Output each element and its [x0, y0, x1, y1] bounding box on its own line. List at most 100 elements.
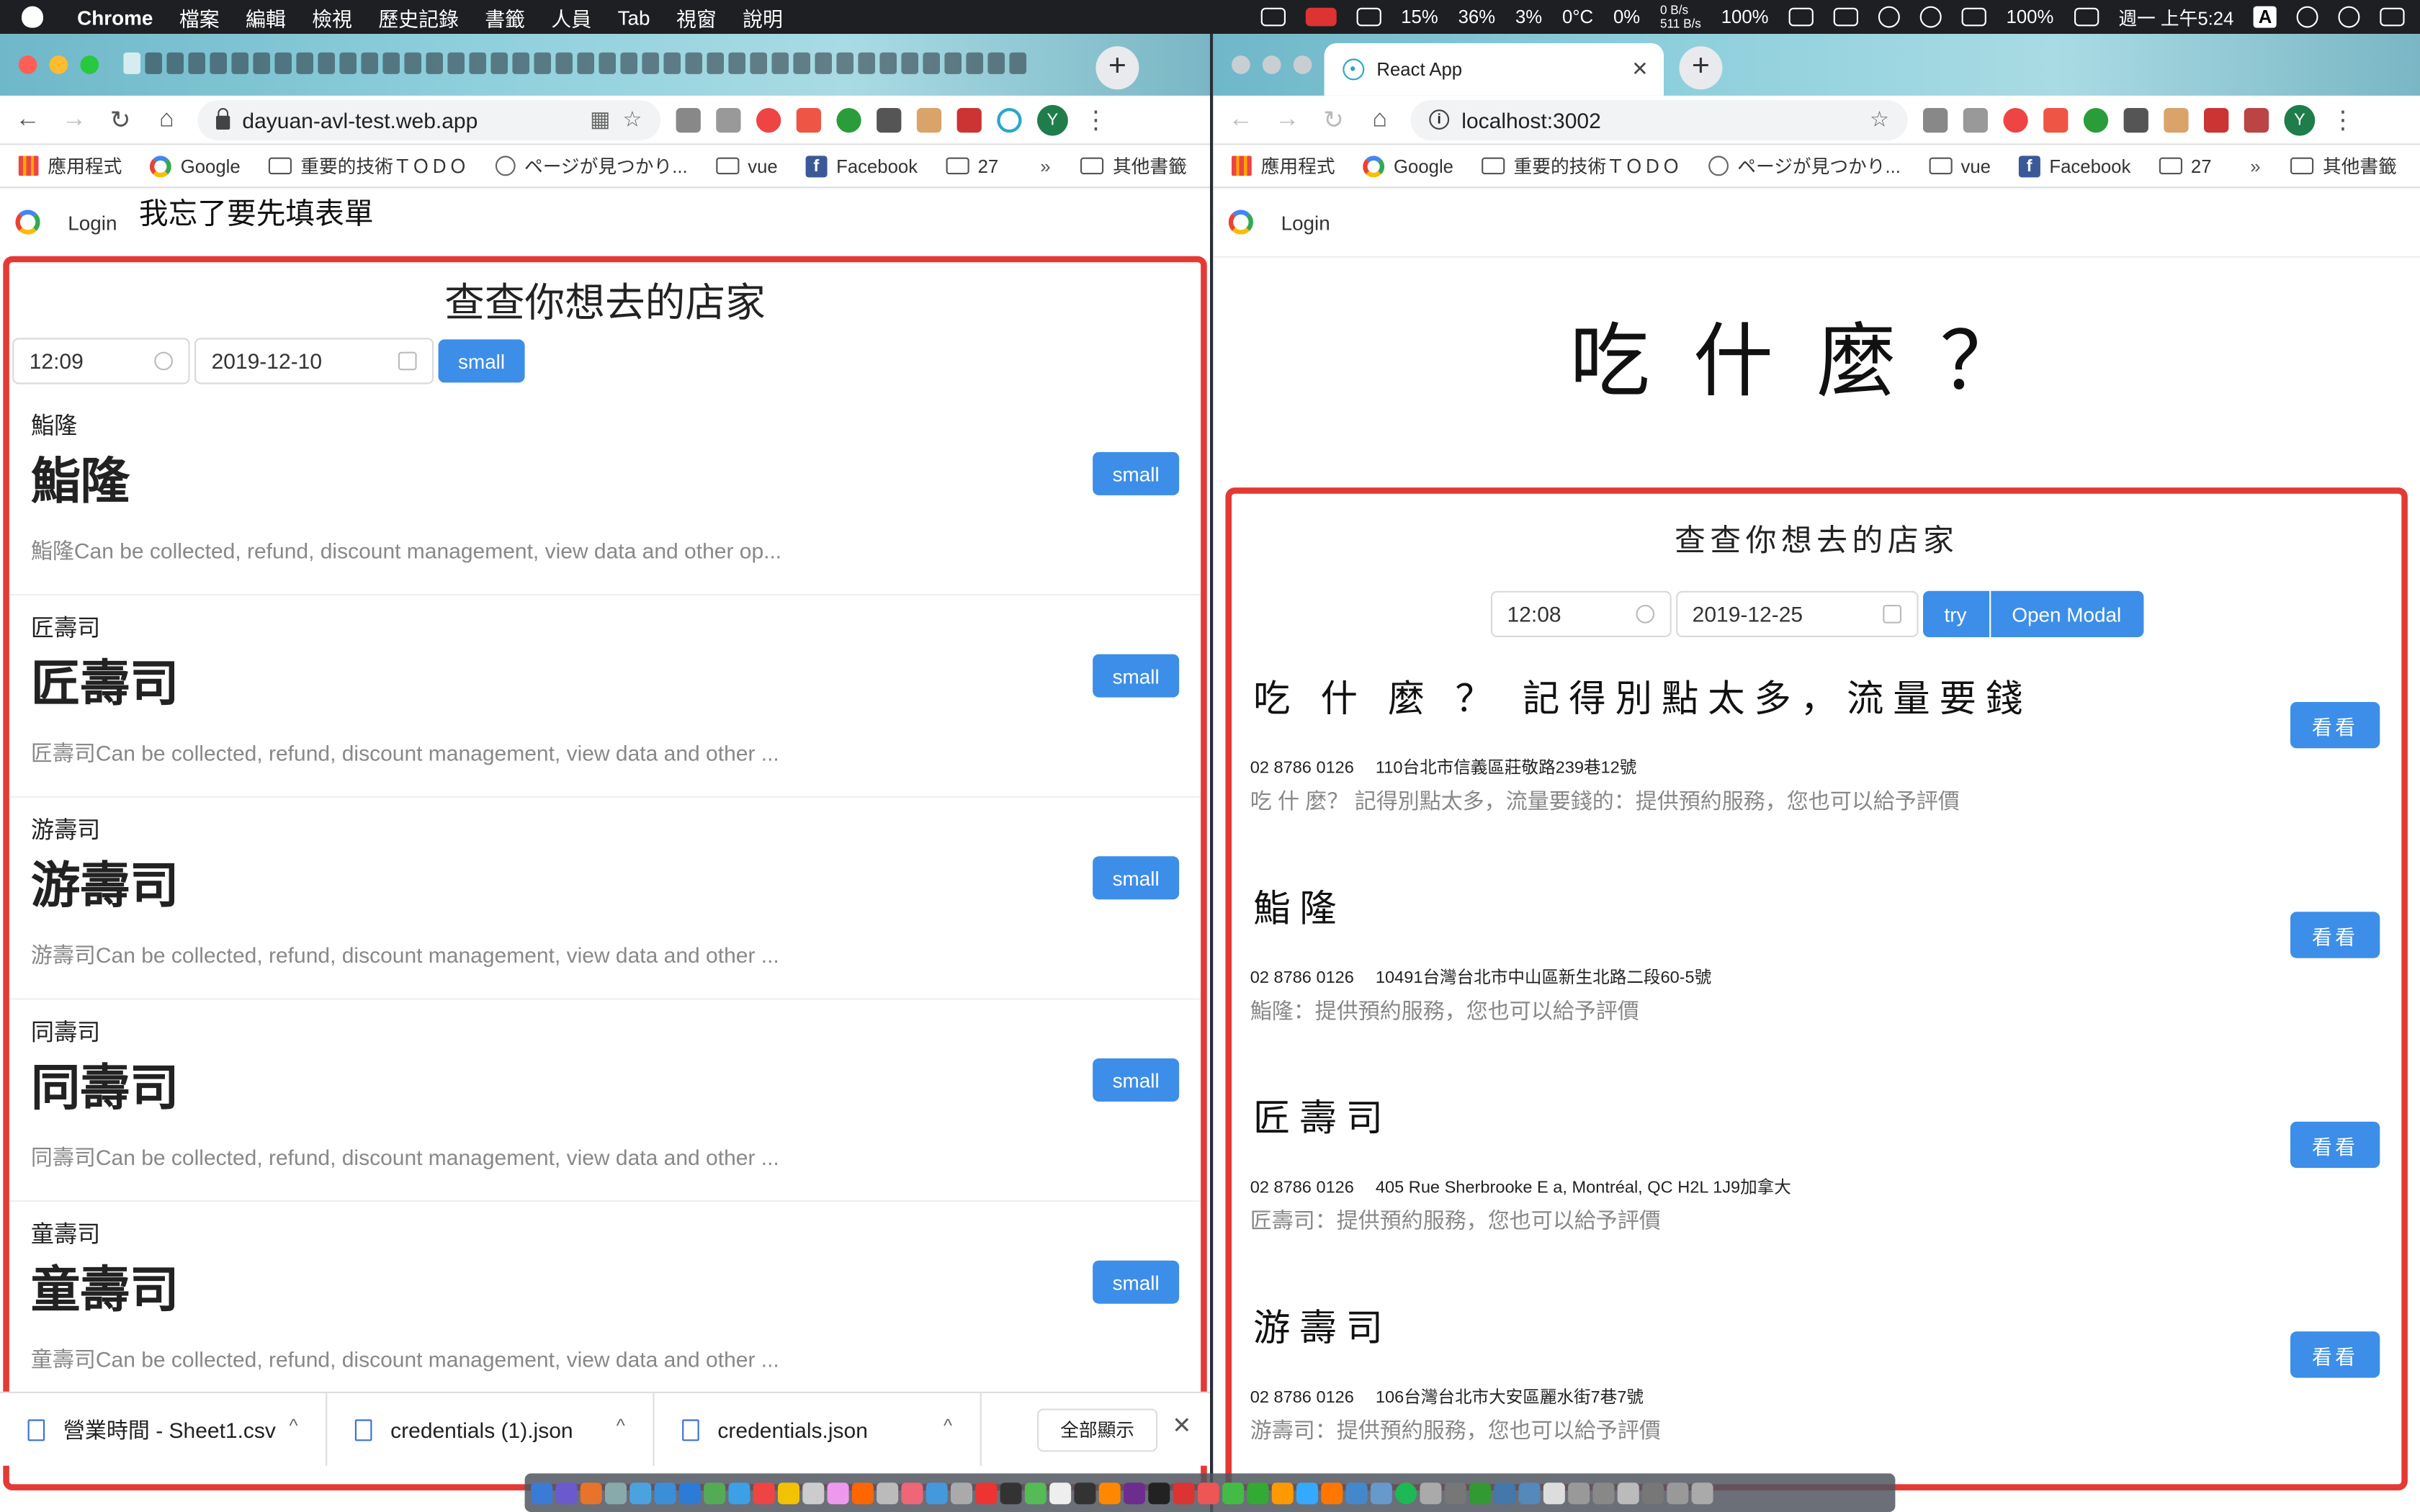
tab-favicon[interactable]: [599, 52, 616, 74]
app-icon[interactable]: [1642, 1482, 1664, 1504]
tab-favicon[interactable]: [836, 52, 853, 74]
forward-arrow-icon[interactable]: →: [1272, 106, 1303, 134]
extension-icon[interactable]: [676, 107, 701, 132]
minimize-window-button[interactable]: [1262, 55, 1281, 74]
menu-people[interactable]: 人員: [551, 2, 591, 32]
menu-edit[interactable]: 編輯: [246, 2, 286, 32]
menu-kebab-icon[interactable]: ⋮: [2331, 104, 2355, 135]
app-icon[interactable]: [1543, 1482, 1565, 1504]
app-icon[interactable]: [1247, 1482, 1269, 1504]
bookmark-27[interactable]: 27: [945, 155, 998, 176]
bookmark-google[interactable]: Google: [149, 155, 241, 177]
tab-favicon[interactable]: [555, 52, 573, 74]
info-icon[interactable]: i: [1429, 109, 1450, 130]
apple-icon[interactable]: [22, 6, 43, 28]
back-arrow-icon[interactable]: ←: [1225, 106, 1256, 134]
extension-icon[interactable]: [956, 107, 982, 132]
app-icon[interactable]: [1049, 1482, 1072, 1504]
tab-favicon[interactable]: [382, 52, 400, 74]
finder-icon[interactable]: [531, 1482, 553, 1504]
tab-favicon[interactable]: [987, 52, 1005, 74]
menu-bookmarks[interactable]: 書籤: [485, 2, 525, 32]
extension-icon[interactable]: [716, 107, 741, 132]
tab-favicon[interactable]: [188, 52, 205, 74]
tab-react-app[interactable]: React App ✕: [1324, 43, 1664, 96]
docker-icon[interactable]: [1260, 7, 1286, 27]
bookmarks-overflow-chevron[interactable]: »: [2250, 155, 2260, 176]
app-icon[interactable]: [1667, 1482, 1689, 1504]
app-icon[interactable]: [728, 1482, 750, 1504]
tab-favicon[interactable]: [274, 52, 292, 74]
extension-icon[interactable]: [2204, 107, 2229, 132]
grid-icon[interactable]: [1356, 7, 1381, 27]
try-button[interactable]: try: [1922, 590, 1989, 637]
zoom-window-button[interactable]: [1293, 55, 1312, 74]
bookmarks-overflow-chevron[interactable]: »: [1040, 155, 1050, 176]
download-item[interactable]: credentials (1).json ^: [327, 1392, 655, 1466]
bookmark-notfound[interactable]: ページが見つかり...: [495, 153, 688, 179]
profile-avatar[interactable]: Y: [2284, 104, 2316, 135]
app-icon[interactable]: [1173, 1482, 1195, 1504]
address-bar[interactable]: i localhost:3002 ☆: [1410, 99, 1908, 140]
bookmark-star-icon[interactable]: ☆: [1870, 107, 1889, 132]
siri-icon[interactable]: [2338, 6, 2360, 28]
app-icon[interactable]: [1469, 1482, 1491, 1504]
app-icon[interactable]: [951, 1482, 972, 1504]
download-item[interactable]: 營業時間 - Sheet1.csv ^: [0, 1392, 328, 1466]
url-text[interactable]: dayuan-avl-test.web.app: [242, 107, 478, 132]
docker-app-icon[interactable]: [1296, 1482, 1318, 1504]
app-icon[interactable]: [926, 1482, 948, 1504]
app-icon[interactable]: [827, 1482, 849, 1504]
app-icon[interactable]: [704, 1482, 726, 1504]
tab-favicon[interactable]: [1009, 52, 1026, 74]
other-bookmarks[interactable]: 其他書籤: [2290, 153, 2397, 179]
extension-icon[interactable]: [756, 107, 781, 132]
trash-icon[interactable]: [1691, 1482, 1713, 1504]
tab-favicon[interactable]: [512, 52, 529, 74]
bookmark-todo[interactable]: 重要的技術ＴＯＤＯ: [1481, 153, 1680, 179]
tab-favicon[interactable]: [426, 52, 443, 74]
tab-favicon[interactable]: [145, 52, 162, 74]
app-icon[interactable]: [851, 1482, 874, 1504]
app-icon[interactable]: [1518, 1482, 1541, 1504]
tab-favicon[interactable]: [944, 52, 962, 74]
menu-window[interactable]: 視窗: [676, 2, 717, 32]
home-icon[interactable]: ⌂: [1364, 106, 1395, 134]
app-icon[interactable]: [1370, 1482, 1392, 1504]
chrome-icon[interactable]: [778, 1482, 799, 1504]
react-devtools-icon[interactable]: [997, 107, 1022, 132]
illustrator-icon[interactable]: [1098, 1482, 1121, 1504]
tab-favicon[interactable]: [253, 52, 270, 74]
download-item[interactable]: credentials.json ^: [655, 1392, 982, 1466]
line-icon[interactable]: [1222, 1482, 1245, 1504]
view-shop-button[interactable]: 看看: [2290, 1331, 2380, 1378]
app-icon[interactable]: [605, 1482, 627, 1504]
extension-icon[interactable]: [2003, 107, 2028, 132]
minimize-window-button[interactable]: [49, 55, 68, 74]
terminal-icon[interactable]: [1000, 1482, 1022, 1504]
airplay-icon[interactable]: [1833, 7, 1858, 27]
menu-help[interactable]: 說明: [743, 2, 783, 32]
bookmark-27[interactable]: 27: [2158, 155, 2212, 176]
tab-favicon[interactable]: [210, 52, 227, 74]
bookmark-notfound[interactable]: ページが見つかり...: [1708, 153, 1901, 179]
tab-favicon[interactable]: [469, 52, 486, 74]
app-icon[interactable]: [802, 1482, 825, 1504]
xd-icon[interactable]: [1124, 1482, 1145, 1504]
tab-favicon[interactable]: [339, 52, 357, 74]
app-icon[interactable]: [1568, 1482, 1590, 1504]
translate-icon[interactable]: ▦: [590, 107, 610, 132]
wifi-icon[interactable]: [1919, 6, 1942, 28]
tab-favicon[interactable]: [663, 52, 681, 74]
bookmark-vue[interactable]: vue: [715, 155, 778, 176]
menu-file[interactable]: 檔案: [179, 2, 220, 32]
other-bookmarks[interactable]: 其他書籤: [1080, 153, 1187, 179]
bookmark-star-icon[interactable]: ☆: [623, 107, 642, 132]
reload-icon[interactable]: ↻: [105, 104, 136, 135]
back-arrow-icon[interactable]: ←: [12, 106, 43, 134]
close-window-button[interactable]: [18, 55, 37, 74]
app-icon[interactable]: [1617, 1482, 1639, 1504]
view-shop-button[interactable]: 看看: [2290, 1121, 2380, 1169]
tab-favicon[interactable]: [901, 52, 918, 74]
tab-favicon[interactable]: [750, 52, 767, 74]
